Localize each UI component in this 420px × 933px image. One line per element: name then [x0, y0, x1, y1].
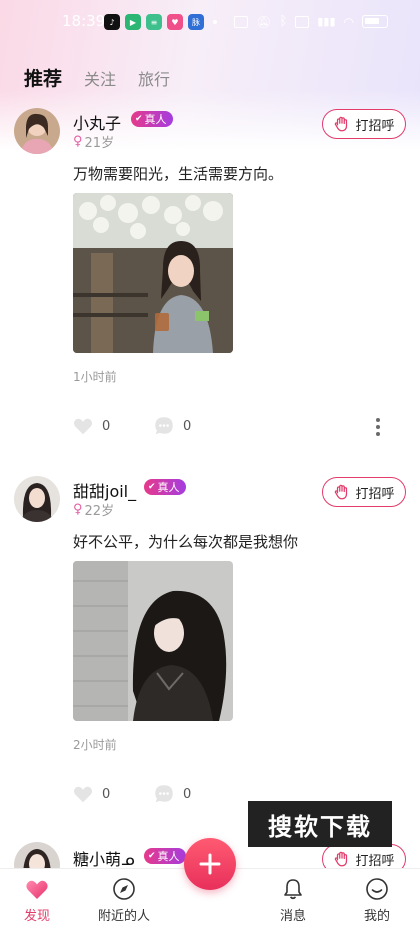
post-text: 好不公平，为什么每次都是我想你	[73, 533, 299, 551]
verified-badge: ✔ 真人	[131, 111, 173, 127]
status-time: 18:39	[62, 12, 106, 30]
post-photo[interactable]	[73, 193, 233, 353]
username[interactable]: 糖小萌ᓄ	[73, 846, 135, 870]
nav-profile[interactable]: 我的	[364, 877, 390, 924]
heart-icon	[73, 418, 93, 435]
pink-app-icon: ♥	[167, 14, 183, 30]
nav-messages[interactable]: 消息	[280, 877, 306, 924]
plus-icon	[199, 853, 221, 875]
checkmark-icon: ✔	[148, 482, 156, 492]
wave-hand-icon	[335, 116, 348, 132]
avatar[interactable]	[14, 108, 60, 154]
feed-post: 甜甜joil_ ✔ 真人 ♀ 22岁 打招呼 好不公平，为什么每次都是我想你 2…	[0, 468, 420, 904]
nav-label: 附近的人	[98, 909, 151, 924]
comment-button[interactable]: 0	[153, 415, 191, 437]
blue-app-icon: 脉	[188, 14, 204, 30]
checkmark-icon: ✔	[148, 851, 156, 861]
bell-icon	[280, 877, 306, 901]
profile-bubble-icon	[364, 877, 390, 901]
greet-button[interactable]: 打招呼	[322, 109, 406, 139]
like-button[interactable]: 0	[72, 783, 110, 805]
greet-label: 打招呼	[355, 853, 395, 869]
badge-label: 真人	[144, 113, 167, 126]
signal-icon: ▮▮▮	[317, 15, 336, 28]
nav-label: 消息	[280, 909, 307, 924]
user-age: ♀ 22岁	[73, 500, 114, 519]
tiktok-icon: ♪	[104, 14, 120, 30]
age-label: 21岁	[84, 136, 115, 151]
status-indicators: 🔕︎ ᛒ ▮▮▮ ◠	[234, 14, 388, 29]
notification-dot-icon	[213, 20, 217, 24]
status-bar: 18:39 ♪ ▶ ≡ ♥ 脉 🔕︎ ᛒ ▮▮▮ ◠	[0, 0, 420, 40]
feed-tabs: 推荐 关注 旅行	[24, 64, 170, 91]
nav-label: 发现	[24, 909, 51, 924]
add-post-button[interactable]	[184, 838, 236, 890]
tab-recommend[interactable]: 推荐	[24, 64, 62, 91]
wifi-icon: ◠	[343, 14, 354, 29]
like-button[interactable]: 0	[72, 415, 110, 437]
like-count: 0	[102, 786, 111, 802]
post-text: 万物需要阳光，生活需要方向。	[73, 165, 284, 183]
badge-label: 真人	[157, 850, 180, 863]
username[interactable]: 小丸子	[73, 110, 121, 134]
more-options-icon[interactable]	[376, 418, 380, 439]
verified-badge: ✔ 真人	[144, 848, 186, 864]
wave-hand-icon	[335, 851, 348, 867]
nav-nearby[interactable]: 附近的人	[98, 877, 150, 924]
greet-button[interactable]: 打招呼	[322, 477, 406, 507]
badge-label: 真人	[157, 481, 180, 494]
like-count: 0	[102, 418, 111, 434]
feed-post: 小丸子 ✔ 真人 ♀ 21岁 打招呼 万物需要阳光，生活需要方向。 1小时前 0…	[0, 100, 420, 460]
age-label: 22岁	[84, 504, 115, 519]
list-app-icon: ≡	[146, 14, 162, 30]
username[interactable]: 甜甜joil_	[73, 478, 136, 502]
greet-label: 打招呼	[355, 486, 395, 502]
video-play-icon: ▶	[125, 14, 141, 30]
status-app-icons: ♪ ▶ ≡ ♥ 脉	[104, 14, 204, 30]
heart-icon	[73, 786, 93, 803]
post-time: 1小时前	[73, 370, 117, 384]
comment-icon	[155, 417, 173, 435]
compass-icon	[111, 877, 137, 901]
post-time: 2小时前	[73, 738, 117, 752]
female-icon: ♀	[73, 134, 83, 149]
battery-icon	[362, 15, 388, 28]
post-photo[interactable]	[73, 561, 233, 721]
checkmark-icon: ✔	[135, 114, 143, 124]
tab-follow[interactable]: 关注	[84, 66, 116, 90]
nav-discover[interactable]: 发现	[24, 877, 50, 924]
watermark: 搜软下载	[248, 801, 392, 847]
comment-button[interactable]: 0	[153, 783, 191, 805]
wave-hand-icon	[335, 484, 348, 500]
comment-count: 0	[183, 786, 192, 802]
bluetooth-icon: ᛒ	[279, 14, 288, 29]
heart-discover-icon	[24, 877, 50, 901]
user-age: ♀ 21岁	[73, 132, 114, 151]
tab-travel[interactable]: 旅行	[138, 66, 170, 90]
greet-label: 打招呼	[355, 118, 395, 134]
verified-badge: ✔ 真人	[144, 479, 186, 495]
nfc-icon	[234, 15, 249, 28]
mute-icon: 🔕︎	[256, 14, 272, 29]
nav-label: 我的	[364, 909, 391, 924]
avatar[interactable]	[14, 476, 60, 522]
comment-icon	[155, 785, 173, 803]
female-icon: ♀	[73, 502, 83, 517]
comment-count: 0	[183, 418, 192, 434]
hd-icon	[295, 15, 310, 28]
